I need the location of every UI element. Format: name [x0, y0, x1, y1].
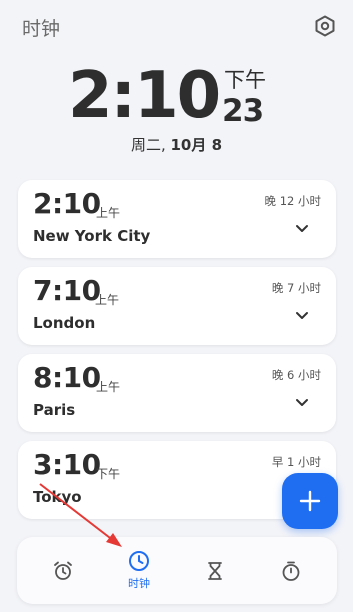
card-time: 7:10 — [33, 274, 101, 307]
main-time: 2:10 — [68, 59, 221, 133]
card-offset: 早 1 小时 — [271, 455, 321, 469]
main-date: 周二, 10月 8 — [0, 134, 353, 155]
card-ampm: 下午 — [96, 467, 121, 481]
chevron-down-icon[interactable] — [294, 394, 310, 410]
clock-icon — [129, 551, 149, 571]
date-weekday: 周二, — [130, 136, 171, 154]
card-city: Tokyo — [33, 488, 82, 506]
date-month: 10月 — [170, 136, 207, 154]
nav-label-clock: 时钟 — [128, 577, 150, 590]
alarm-icon — [54, 561, 72, 580]
stopwatch-icon — [282, 561, 300, 581]
nav-item-clock[interactable]: 时钟 — [109, 537, 169, 604]
main-ampm: 下午 — [224, 68, 266, 92]
nav-item-alarm[interactable] — [33, 537, 93, 604]
card-offset: 晚 7 小时 — [271, 281, 321, 295]
chevron-down-icon[interactable] — [294, 220, 310, 236]
app-title: 时钟 — [22, 18, 61, 40]
chevron-down-icon[interactable] — [294, 307, 310, 323]
main-seconds: 23 — [222, 93, 264, 129]
add-city-button[interactable] — [282, 473, 338, 529]
card-ampm: 上午 — [96, 380, 121, 394]
settings-hexagon-icon — [315, 15, 335, 37]
hourglass-icon — [208, 561, 222, 580]
card-ampm: 上午 — [95, 293, 120, 307]
world-clock-card-new-york[interactable]: 2:10 上午 New York City 晚 12 小时 — [18, 180, 336, 258]
world-clock-card-paris[interactable]: 8:10 上午 Paris 晚 6 小时 — [18, 354, 336, 432]
card-city: London — [33, 314, 96, 332]
card-offset: 晚 6 小时 — [271, 368, 321, 382]
card-offset: 晚 12 小时 — [264, 194, 321, 208]
card-ampm: 上午 — [96, 206, 121, 220]
nav-item-stopwatch[interactable] — [261, 537, 321, 604]
card-time: 8:10 — [33, 361, 101, 394]
world-clock-card-london[interactable]: 7:10 上午 London 晚 7 小时 — [18, 267, 336, 345]
card-time: 2:10 — [33, 187, 101, 220]
card-time: 3:10 — [33, 448, 101, 481]
card-city: New York City — [33, 227, 151, 245]
plus-icon — [299, 490, 321, 512]
date-day: 8 — [206, 136, 223, 154]
settings-button[interactable] — [312, 13, 338, 39]
card-city: Paris — [33, 401, 76, 419]
nav-item-timer[interactable] — [185, 537, 245, 604]
bottom-nav: 时钟 — [17, 537, 337, 604]
